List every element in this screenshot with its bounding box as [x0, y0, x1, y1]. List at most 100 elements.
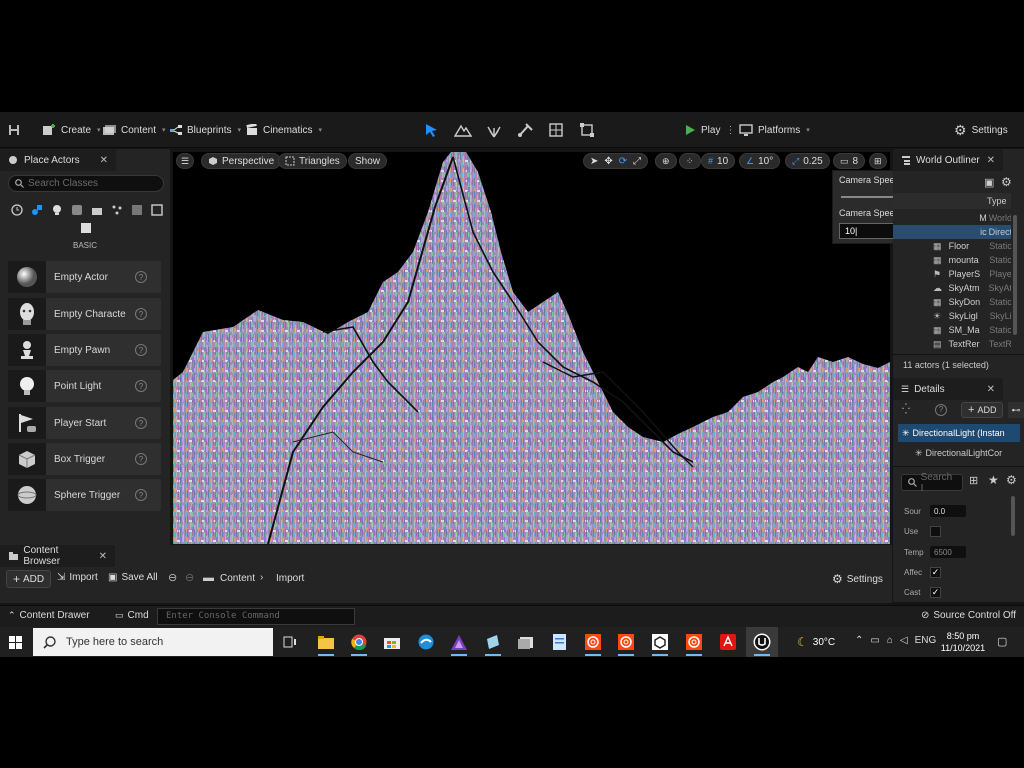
world-local-toggle[interactable]: ⊕ [655, 153, 677, 169]
actor-hierarchy-icon[interactable]: ⁛ [902, 404, 910, 415]
console-command-input[interactable]: Enter Console Command [157, 608, 355, 625]
outliner-row-selected[interactable]: ic Direct [893, 225, 1011, 239]
actor-item[interactable]: Empty Actor ? [8, 261, 161, 293]
document-app-icon[interactable] [547, 630, 571, 654]
save-current-button[interactable] [8, 112, 20, 148]
select-arrow-icon[interactable]: ➤ [590, 156, 598, 167]
photos-app-icon[interactable] [514, 630, 538, 654]
help-icon[interactable]: ? [135, 380, 147, 392]
blueprints-menu-button[interactable]: Blueprints ▾ [170, 112, 241, 148]
platforms-menu-button[interactable]: Platforms ▾ [739, 112, 810, 148]
property-checkbox[interactable]: ✓ [930, 566, 941, 578]
taskbar-search-box[interactable]: Type here to search [33, 628, 273, 656]
source-control-button[interactable]: ⊘ Source Control Off [921, 610, 1016, 621]
language-indicator[interactable]: ENG [915, 635, 937, 646]
tab-details[interactable]: ☰ Details ✕ [893, 378, 1003, 400]
help-icon[interactable]: ? [135, 489, 147, 501]
chevron-up-icon[interactable]: ⌃ [855, 635, 863, 646]
actor-item[interactable]: Box Trigger ? [8, 443, 161, 475]
modeling-mode-icon[interactable] [578, 122, 596, 138]
rotation-snap-button[interactable]: ∠ 10° [739, 153, 781, 169]
selected-actor-row[interactable]: ✳ DirectionalLight (Instan [898, 424, 1020, 442]
help-icon[interactable]: ? [935, 404, 947, 416]
landscape-mode-icon[interactable] [454, 122, 472, 138]
mesh-paint-mode-icon[interactable] [516, 122, 534, 138]
outliner-scrollbar[interactable] [1013, 215, 1017, 335]
houdini-app-icon[interactable] [682, 630, 706, 656]
content-menu-button[interactable]: Content ▾ [102, 112, 166, 148]
actor-item[interactable]: Sphere Trigger ? [8, 479, 161, 511]
outliner-row[interactable]: ▤ TextRer TextR [893, 337, 1011, 351]
close-icon[interactable]: ✕ [987, 155, 995, 166]
houdini-app-icon[interactable] [581, 630, 605, 656]
foliage-mode-icon[interactable] [485, 122, 503, 138]
outliner-row[interactable]: ⚑ PlayerS Playe [893, 267, 1011, 281]
perspective-button[interactable]: Perspective [201, 153, 282, 169]
forward-arrow-icon[interactable]: ⊖ [185, 571, 194, 584]
volume-icon[interactable]: ◁ [900, 635, 908, 646]
viewport-options-button[interactable]: ☰ [176, 153, 194, 169]
houdini-app-icon[interactable] [614, 630, 638, 656]
back-arrow-icon[interactable]: ⊖ [168, 571, 177, 584]
unreal-engine-icon[interactable] [750, 630, 774, 656]
type-column-header[interactable]: Type [987, 196, 1007, 206]
clock[interactable]: 8:50 pm 11/10/2021 [940, 630, 986, 654]
affinity-app-icon[interactable] [447, 630, 471, 656]
level-viewport[interactable]: ☰ Perspective Triangles Show ➤ ✥ ⟳ ⤢ ⁘ [173, 152, 890, 544]
camera-speed-button[interactable]: ▭ 8 [833, 153, 866, 169]
save-all-button[interactable]: ▣ Save All [108, 572, 158, 583]
help-icon[interactable]: ? [135, 417, 147, 429]
view-mode-button[interactable]: Triangles [278, 153, 347, 169]
fracture-mode-icon[interactable] [547, 122, 565, 138]
weather-widget[interactable]: ☾ 30°C [797, 635, 835, 649]
battery-icon[interactable]: ▭ [870, 635, 879, 646]
gear-icon[interactable]: ⚙ [1001, 175, 1012, 189]
outliner-row[interactable]: M World [893, 211, 1011, 225]
surface-snapping-button[interactable]: ⁘ [679, 153, 701, 169]
help-icon[interactable]: ? [135, 344, 147, 356]
edge-icon[interactable] [414, 630, 438, 654]
help-icon[interactable]: ? [135, 271, 147, 283]
basic-shapes-icon[interactable] [28, 201, 45, 218]
microsoft-store-icon[interactable] [380, 630, 404, 654]
favorites-star-icon[interactable]: ★ [988, 473, 999, 487]
scale-icon[interactable]: ⤢ [633, 156, 641, 167]
gear-icon[interactable]: ⚙ [1006, 473, 1017, 487]
property-number-field[interactable]: 0.0 [930, 505, 966, 517]
recent-icon[interactable] [8, 201, 25, 218]
unity-app-icon[interactable] [648, 630, 672, 656]
property-checkbox[interactable]: ✓ [930, 586, 941, 598]
lights-icon[interactable] [48, 201, 65, 218]
sticky-app-icon[interactable] [481, 630, 505, 656]
play-button[interactable]: Play ⋮ [684, 112, 735, 148]
geometry-icon[interactable] [128, 201, 145, 218]
blueprint-convert-icon[interactable]: ⊷ [1008, 402, 1024, 418]
scale-snap-button[interactable]: ⤢ 0.25 [785, 153, 830, 169]
grid-snap-button[interactable]: # 10 [701, 153, 736, 169]
property-number-field[interactable]: 6500 [930, 546, 966, 558]
play-options-icon[interactable]: ⋮ [725, 125, 735, 136]
translate-icon[interactable]: ✥ [604, 156, 612, 167]
cmd-button[interactable]: ▭ Cmd [115, 610, 149, 621]
add-content-button[interactable]: + ADD [6, 570, 52, 588]
all-classes-icon[interactable] [77, 219, 94, 236]
task-view-icon[interactable] [278, 630, 302, 654]
import-button[interactable]: ⇲ Import [57, 572, 98, 583]
cinematics-menu-button[interactable]: Cinematics ▾ [246, 112, 322, 148]
search-classes-input[interactable]: Search Classes [8, 175, 164, 192]
outliner-row[interactable]: ▦ SM_Ma Static [893, 323, 1011, 337]
details-search-input[interactable]: Search I [901, 472, 963, 494]
help-icon[interactable]: ? [135, 308, 147, 320]
actor-item[interactable]: Empty Characte ? [8, 298, 161, 330]
network-icon[interactable]: ⌂ [887, 635, 893, 646]
tab-place-actors[interactable]: Place Actors ✕ [0, 149, 116, 171]
content-drawer-button[interactable]: ⌃ Content Drawer [8, 610, 90, 621]
breadcrumb-content[interactable]: Content [220, 573, 255, 584]
outliner-row[interactable]: ▦ SkyDon Static [893, 295, 1011, 309]
outliner-row[interactable]: ☁ SkyAtm SkyAt [893, 281, 1011, 295]
tab-content-browser[interactable]: Content Browser ✕ [0, 545, 115, 567]
outliner-row[interactable]: ▦ mounta Static [893, 253, 1011, 267]
outliner-row[interactable]: ▦ Floor Static [893, 239, 1011, 253]
windows-start-button[interactable] [3, 630, 27, 654]
cinematic-icon[interactable] [88, 201, 105, 218]
